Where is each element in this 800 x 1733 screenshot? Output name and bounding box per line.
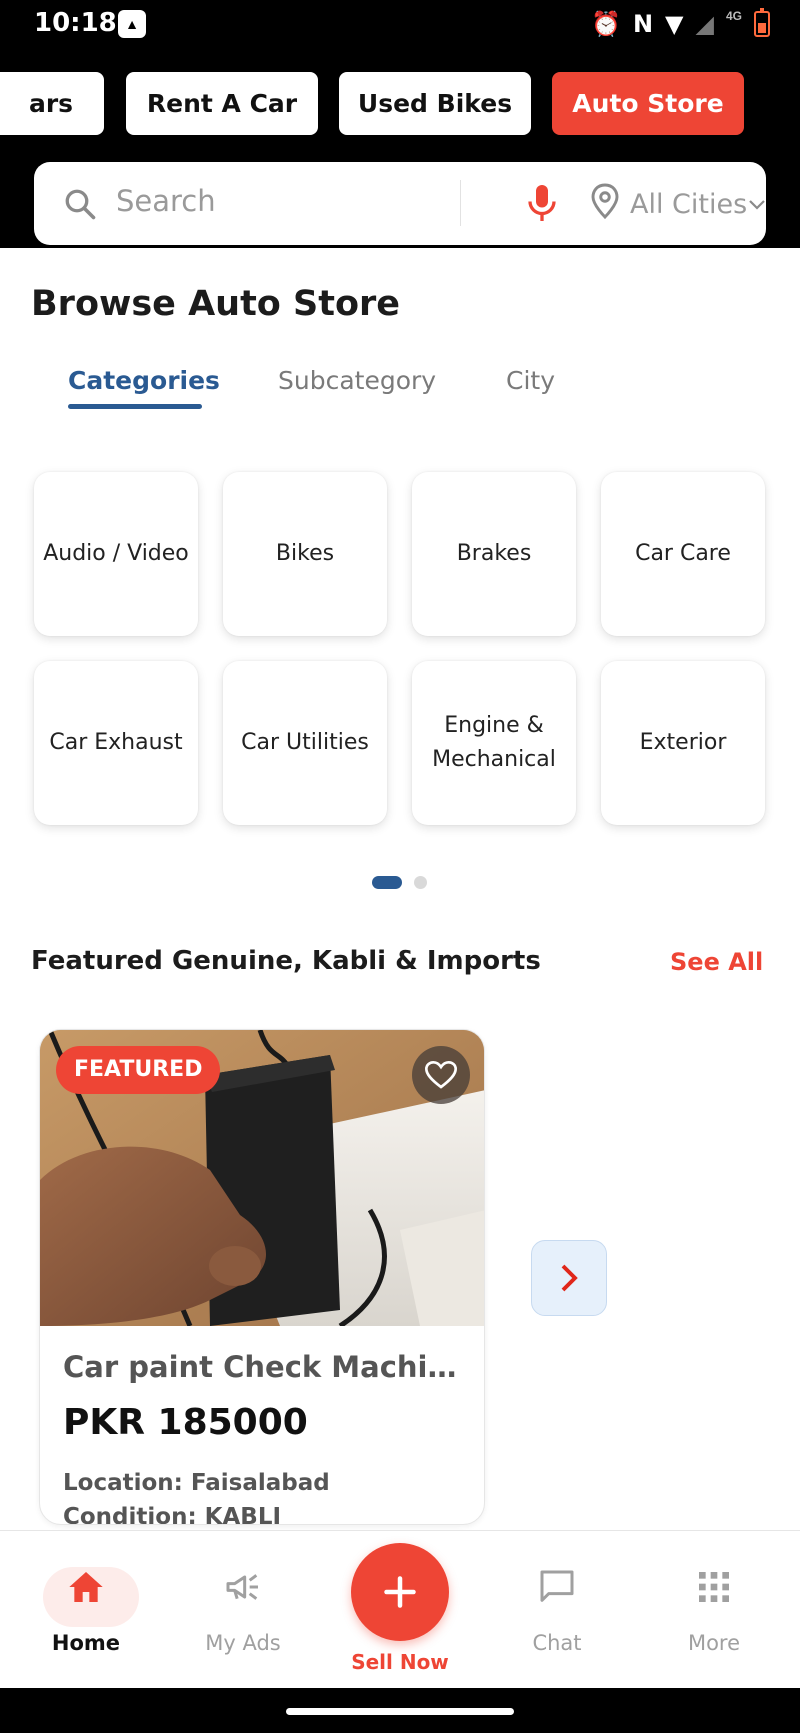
- browse-section-title: Browse Auto Store: [31, 284, 401, 324]
- nav-chat[interactable]: Chat: [477, 1531, 637, 1689]
- tab-city[interactable]: City: [506, 366, 555, 395]
- category-card-car-care[interactable]: Car Care: [601, 472, 765, 636]
- search-bar: Search All Cities: [34, 162, 766, 245]
- nav-more[interactable]: More: [634, 1531, 794, 1689]
- pager-dot[interactable]: [414, 876, 427, 889]
- city-selector[interactable]: All Cities: [630, 189, 747, 220]
- signal-icon: ◢: [695, 10, 714, 38]
- status-indicators: ⏰ N ▼ ◢ 4G: [591, 8, 770, 40]
- plus-icon: [384, 1576, 416, 1608]
- category-card-car-utilities[interactable]: Car Utilities: [223, 661, 387, 825]
- network-type: 4G: [725, 9, 742, 23]
- product-name: Car paint Check Machine n…: [63, 1350, 463, 1384]
- see-all-link[interactable]: See All: [670, 948, 763, 976]
- product-location: Location: Faisalabad: [63, 1470, 330, 1496]
- chip-used-cars[interactable]: ars: [0, 72, 104, 135]
- featured-badge: FEATURED: [56, 1046, 221, 1094]
- chip-used-bikes[interactable]: Used Bikes: [339, 72, 531, 135]
- grid-icon: [699, 1572, 729, 1602]
- chevron-right-icon: [561, 1264, 578, 1292]
- search-divider: [460, 180, 461, 226]
- location-pin-icon: [591, 183, 619, 220]
- featured-section-title: Featured Genuine, Kabli & Imports: [31, 946, 541, 976]
- chip-rent-a-car[interactable]: Rent A Car: [126, 72, 318, 135]
- nav-my-ads-label: My Ads: [205, 1631, 281, 1655]
- sell-now-label[interactable]: Sell Now: [330, 1650, 470, 1674]
- chevron-down-icon[interactable]: [748, 198, 766, 212]
- product-condition: Condition: KABLI: [63, 1504, 282, 1525]
- active-tab-indicator: [68, 404, 202, 409]
- nav-chat-label: Chat: [532, 1631, 582, 1655]
- category-card-engine-mechanical[interactable]: Engine & Mechanical: [412, 661, 576, 825]
- megaphone-icon: [226, 1574, 258, 1600]
- search-icon: [65, 189, 96, 220]
- status-bar: 10:18 ▲ ⏰ N ▼ ◢ 4G: [0, 0, 800, 50]
- notification-app-icon: ▲: [118, 10, 146, 38]
- battery-icon: [754, 8, 770, 37]
- alarm-icon: ⏰: [591, 10, 621, 38]
- browse-tabs: Categories Subcategory City: [0, 360, 800, 416]
- product-photo: FEATURED: [40, 1030, 484, 1326]
- nav-more-label: More: [687, 1631, 741, 1655]
- home-gesture-handle[interactable]: [286, 1708, 514, 1715]
- category-card-audio-video[interactable]: Audio / Video: [34, 472, 198, 636]
- top-header: 10:18 ▲ ⏰ N ▼ ◢ 4G ars Rent A Car Used B…: [0, 0, 800, 248]
- category-card-brakes[interactable]: Brakes: [412, 472, 576, 636]
- microphone-icon[interactable]: [524, 182, 560, 224]
- category-chips: ars Rent A Car Used Bikes Auto Store: [0, 72, 800, 136]
- chat-icon: [540, 1570, 574, 1602]
- next-featured-button[interactable]: [531, 1240, 607, 1316]
- wifi-icon: ▼: [665, 10, 684, 38]
- sell-now-button[interactable]: [351, 1543, 449, 1641]
- category-card-bikes[interactable]: Bikes: [223, 472, 387, 636]
- search-input[interactable]: Search: [116, 184, 216, 218]
- tab-categories[interactable]: Categories: [68, 366, 220, 395]
- favorite-button[interactable]: [412, 1046, 470, 1104]
- nfc-icon: N: [632, 10, 654, 38]
- nav-home[interactable]: Home: [6, 1531, 166, 1689]
- status-time: 10:18: [34, 8, 117, 38]
- category-card-exterior[interactable]: Exterior: [601, 661, 765, 825]
- nav-home-label: Home: [51, 1631, 121, 1655]
- heart-icon: [425, 1060, 457, 1089]
- nav-my-ads[interactable]: My Ads: [163, 1531, 323, 1689]
- gesture-bar: [0, 1688, 800, 1733]
- chip-auto-store[interactable]: Auto Store: [552, 72, 744, 135]
- pager-dot-active[interactable]: [372, 876, 402, 889]
- product-price: PKR 185000: [63, 1402, 308, 1443]
- home-icon: [69, 1572, 103, 1602]
- featured-product-card[interactable]: FEATURED Car paint Check Machine n… PKR …: [39, 1029, 485, 1525]
- tab-subcategory[interactable]: Subcategory: [278, 366, 436, 395]
- category-card-car-exhaust[interactable]: Car Exhaust: [34, 661, 198, 825]
